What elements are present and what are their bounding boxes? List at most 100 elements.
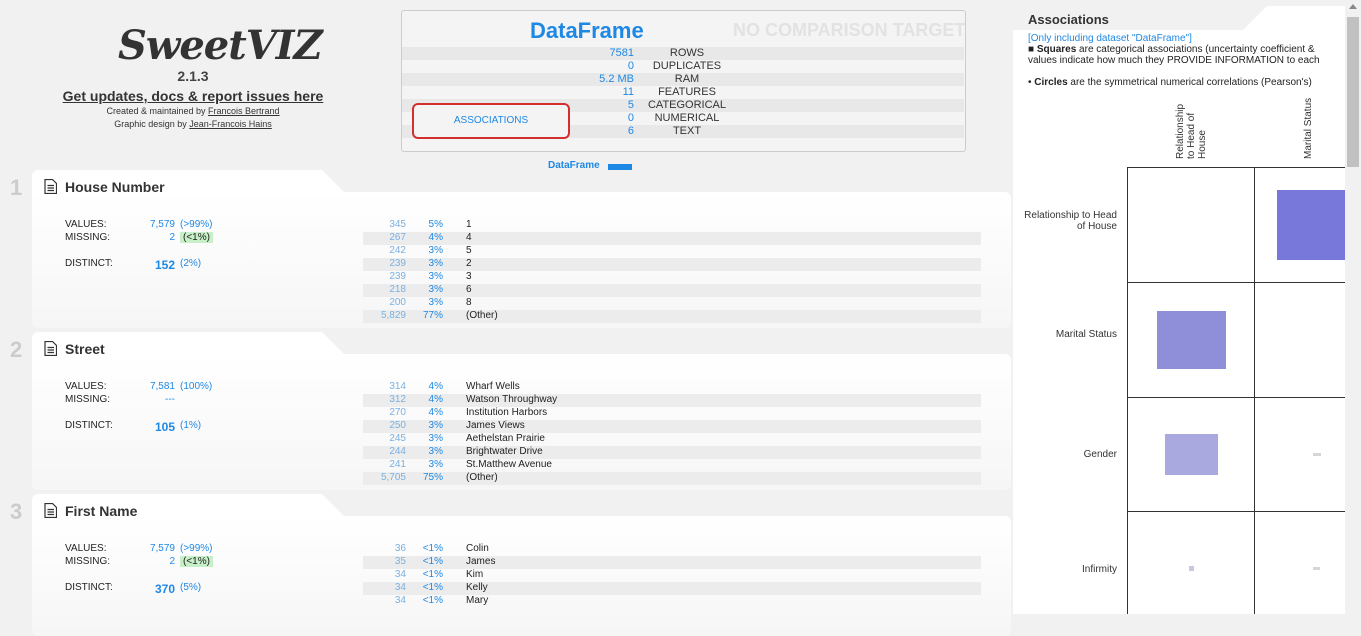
value-row: 5,829 77% (Other) [363, 310, 981, 323]
summary-row-value: 5 [627, 99, 634, 111]
distinct-count: 105 [154, 420, 175, 434]
updates-link[interactable]: Get updates, docs & report issues here [0, 88, 386, 104]
value-name: 6 [466, 284, 472, 295]
designer-link[interactable]: Jean-Francois Hains [189, 119, 272, 129]
dataframe-title: DataFrame [530, 18, 644, 43]
summary-row: 5.2 MB RAM [402, 73, 964, 86]
row-label-marital: Marital Status [1055, 329, 1117, 340]
legend-label: DataFrame [548, 160, 600, 171]
value-count: 200 [389, 297, 406, 308]
missing-count: --- [165, 394, 175, 405]
squares-text-1: are categorical associations (uncertaint… [1076, 44, 1315, 55]
feature-index: 1 [10, 175, 23, 200]
value-count: 218 [389, 284, 406, 295]
value-row: 314 4% Wharf Wells [363, 381, 981, 394]
grid-line-h0 [1127, 167, 1345, 168]
feature-index: 2 [10, 337, 23, 362]
distinct-count: 370 [154, 582, 175, 596]
column-label-relationship: Relationship to Head of House [1175, 103, 1208, 159]
value-count: 239 [389, 258, 406, 269]
value-count: 241 [389, 459, 406, 470]
missing-count: 2 [169, 556, 175, 567]
value-row: 200 3% 8 [363, 297, 981, 310]
value-percent: 4% [428, 232, 443, 243]
values-count: 7,581 [149, 381, 175, 392]
value-count: 267 [389, 232, 406, 243]
value-percent: 3% [428, 271, 443, 282]
summary-row-value: 6 [627, 125, 634, 137]
sweetviz-logo: SweetVIZ [118, 22, 323, 69]
row-label-relationship: Relationship to Head of House [1024, 210, 1117, 232]
value-row: 250 3% James Views [363, 420, 981, 433]
distinct-label: DISTINCT: [65, 420, 113, 431]
value-row: 239 3% 2 [363, 258, 981, 271]
value-percent: 4% [428, 381, 443, 392]
associations-tab-slope [1243, 6, 1267, 30]
value-percent: 5% [428, 219, 443, 230]
row-label-gender: Gender [1083, 449, 1117, 460]
feature-name: First Name [65, 503, 138, 519]
associations-button[interactable]: ASSOCIATIONS [412, 103, 570, 139]
associations-desc-squares-2: values indicate how much they PROVIDE IN… [1028, 55, 1320, 66]
value-count: 34 [394, 582, 406, 593]
value-count: 270 [389, 407, 406, 418]
value-row: 239 3% 3 [363, 271, 981, 284]
grid-line-v2 [1254, 167, 1255, 614]
feature-index: 3 [10, 499, 23, 524]
no-comparison-label: NO COMPARISON TARGET [733, 20, 966, 40]
value-count: 34 [394, 595, 406, 606]
document-icon [44, 179, 57, 194]
assoc-square-gender-marital [1313, 453, 1321, 456]
value-percent: 3% [428, 420, 443, 431]
value-percent: <1% [422, 582, 443, 593]
value-row: 345 5% 1 [363, 219, 981, 232]
value-row: 270 4% Institution Harbors [363, 407, 981, 420]
author-link[interactable]: Francois Bertrand [208, 106, 280, 116]
value-row: 244 3% Brightwater Drive [363, 446, 981, 459]
scrollbar-thumb[interactable] [1347, 17, 1359, 167]
value-name: 4 [466, 232, 472, 243]
value-count: 36 [394, 543, 406, 554]
value-name: James Views [466, 420, 525, 431]
value-count: 34 [394, 569, 406, 580]
summary-row-label: CATEGORICAL [647, 99, 727, 111]
missing-percent: (<1%) [180, 232, 213, 243]
value-name: 2 [466, 258, 472, 269]
value-row: 267 4% 4 [363, 232, 981, 245]
scroll-up-arrow-icon[interactable] [1349, 4, 1357, 9]
summary-row-label: TEXT [672, 125, 702, 137]
distinct-percent: (2%) [180, 258, 202, 269]
column-label-marital: Marital Status [1303, 97, 1314, 159]
value-percent: 4% [428, 407, 443, 418]
value-row: 34 <1% Mary [363, 595, 981, 608]
value-name: Kelly [466, 582, 488, 593]
credit-created-prefix: Created & maintained by [106, 106, 209, 116]
value-name: Aethelstan Prairie [466, 433, 545, 444]
distinct-label: DISTINCT: [65, 258, 113, 269]
summary-row-value: 0 [627, 112, 634, 124]
value-row: 35 <1% James [363, 556, 981, 569]
value-percent: 3% [428, 297, 443, 308]
summary-row: 7581 ROWS [402, 47, 964, 60]
value-percent: 4% [428, 394, 443, 405]
missing-percent-badge: (<1%) [180, 232, 213, 243]
values-percent: (100%) [180, 381, 213, 392]
assoc-square-infirmity-relationship [1189, 566, 1194, 571]
value-count: 244 [389, 446, 406, 457]
squares-bold: ■ Squares [1028, 44, 1077, 55]
assoc-square-relationship-marital [1277, 190, 1345, 260]
value-row: 241 3% St.Matthew Avenue [363, 459, 981, 472]
value-name: 8 [466, 297, 472, 308]
value-percent: 3% [428, 433, 443, 444]
value-name: (Other) [466, 310, 498, 321]
value-row: 242 3% 5 [363, 245, 981, 258]
value-row: 5,705 75% (Other) [363, 472, 981, 485]
values-label: VALUES: [65, 381, 107, 392]
grid-line-h1 [1127, 282, 1345, 283]
associations-title: Associations [1028, 12, 1109, 27]
summary-row-value: 5.2 MB [599, 73, 634, 85]
value-row: 34 <1% Kelly [363, 582, 981, 595]
value-count: 5,829 [380, 310, 406, 321]
value-name: Watson Throughway [466, 394, 558, 405]
value-count: 314 [389, 381, 406, 392]
